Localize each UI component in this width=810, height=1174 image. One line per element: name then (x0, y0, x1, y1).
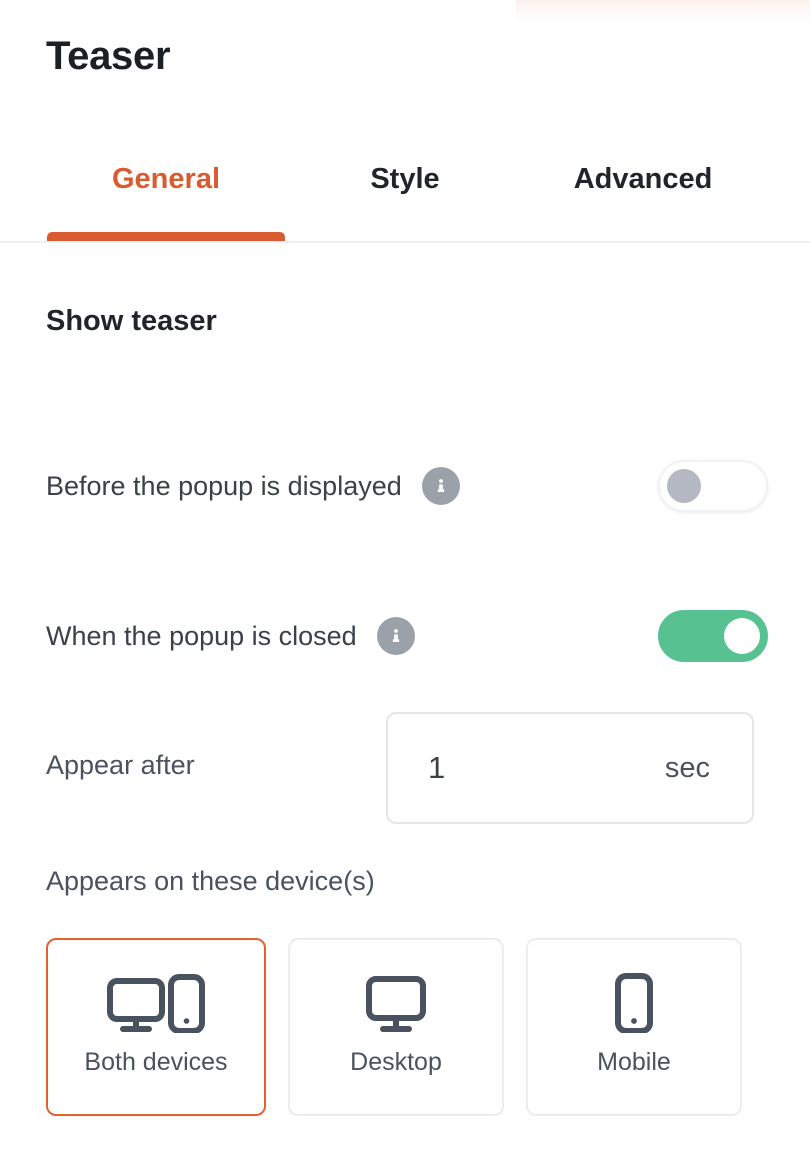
tab-advanced-label: Advanced (573, 163, 713, 195)
info-icon[interactable] (421, 467, 460, 505)
appear-after-row: Appear after 1 sec (46, 712, 768, 824)
tab-bar: General Style Advanced (0, 146, 810, 243)
section-title-show-teaser: Show teaser (46, 305, 217, 337)
device-option-label: Both devices (84, 1048, 228, 1076)
device-option-label: Desktop (350, 1048, 442, 1076)
setting-label-popup-closed: When the popup is closed (46, 620, 357, 651)
teaser-settings-panel: Teaser General Style Advanced Show tease… (0, 0, 810, 1174)
device-option-label: Mobile (597, 1048, 671, 1076)
device-option-desktop[interactable]: Desktop (288, 938, 504, 1116)
tab-general-label: General (112, 163, 220, 195)
appear-after-value[interactable]: 1 (428, 752, 445, 783)
info-icon[interactable] (376, 617, 415, 655)
monitor-icon (365, 972, 427, 1034)
setting-label-before-popup: Before the popup is displayed (46, 470, 402, 501)
toggle-popup-closed[interactable] (658, 610, 768, 662)
tab-general[interactable]: General (47, 146, 285, 241)
toggle-before-popup[interactable] (658, 460, 768, 512)
toggle-knob (667, 469, 701, 503)
appear-after-input[interactable]: 1 sec (386, 712, 754, 824)
toggle-knob (724, 618, 760, 654)
devices-label: Appears on these device(s) (46, 866, 375, 896)
page-title: Teaser (46, 34, 171, 78)
device-option-mobile[interactable]: Mobile (526, 938, 742, 1116)
tab-style-label: Style (370, 163, 440, 195)
appear-after-unit: sec (664, 752, 710, 784)
setting-row-before-popup: Before the popup is displayed (46, 460, 768, 512)
phone-icon (613, 972, 655, 1034)
device-selector: Both devices Desktop Mobile (46, 938, 768, 1116)
tab-advanced[interactable]: Advanced (521, 146, 765, 241)
appear-after-label: Appear after (46, 750, 195, 780)
tab-style[interactable]: Style (305, 146, 505, 241)
setting-row-popup-closed: When the popup is closed (46, 610, 768, 662)
tab-active-indicator (47, 232, 285, 241)
monitor-and-phone-icon (106, 972, 206, 1034)
device-option-both-devices[interactable]: Both devices (46, 938, 266, 1116)
top-shadow-bleed (516, 0, 810, 22)
